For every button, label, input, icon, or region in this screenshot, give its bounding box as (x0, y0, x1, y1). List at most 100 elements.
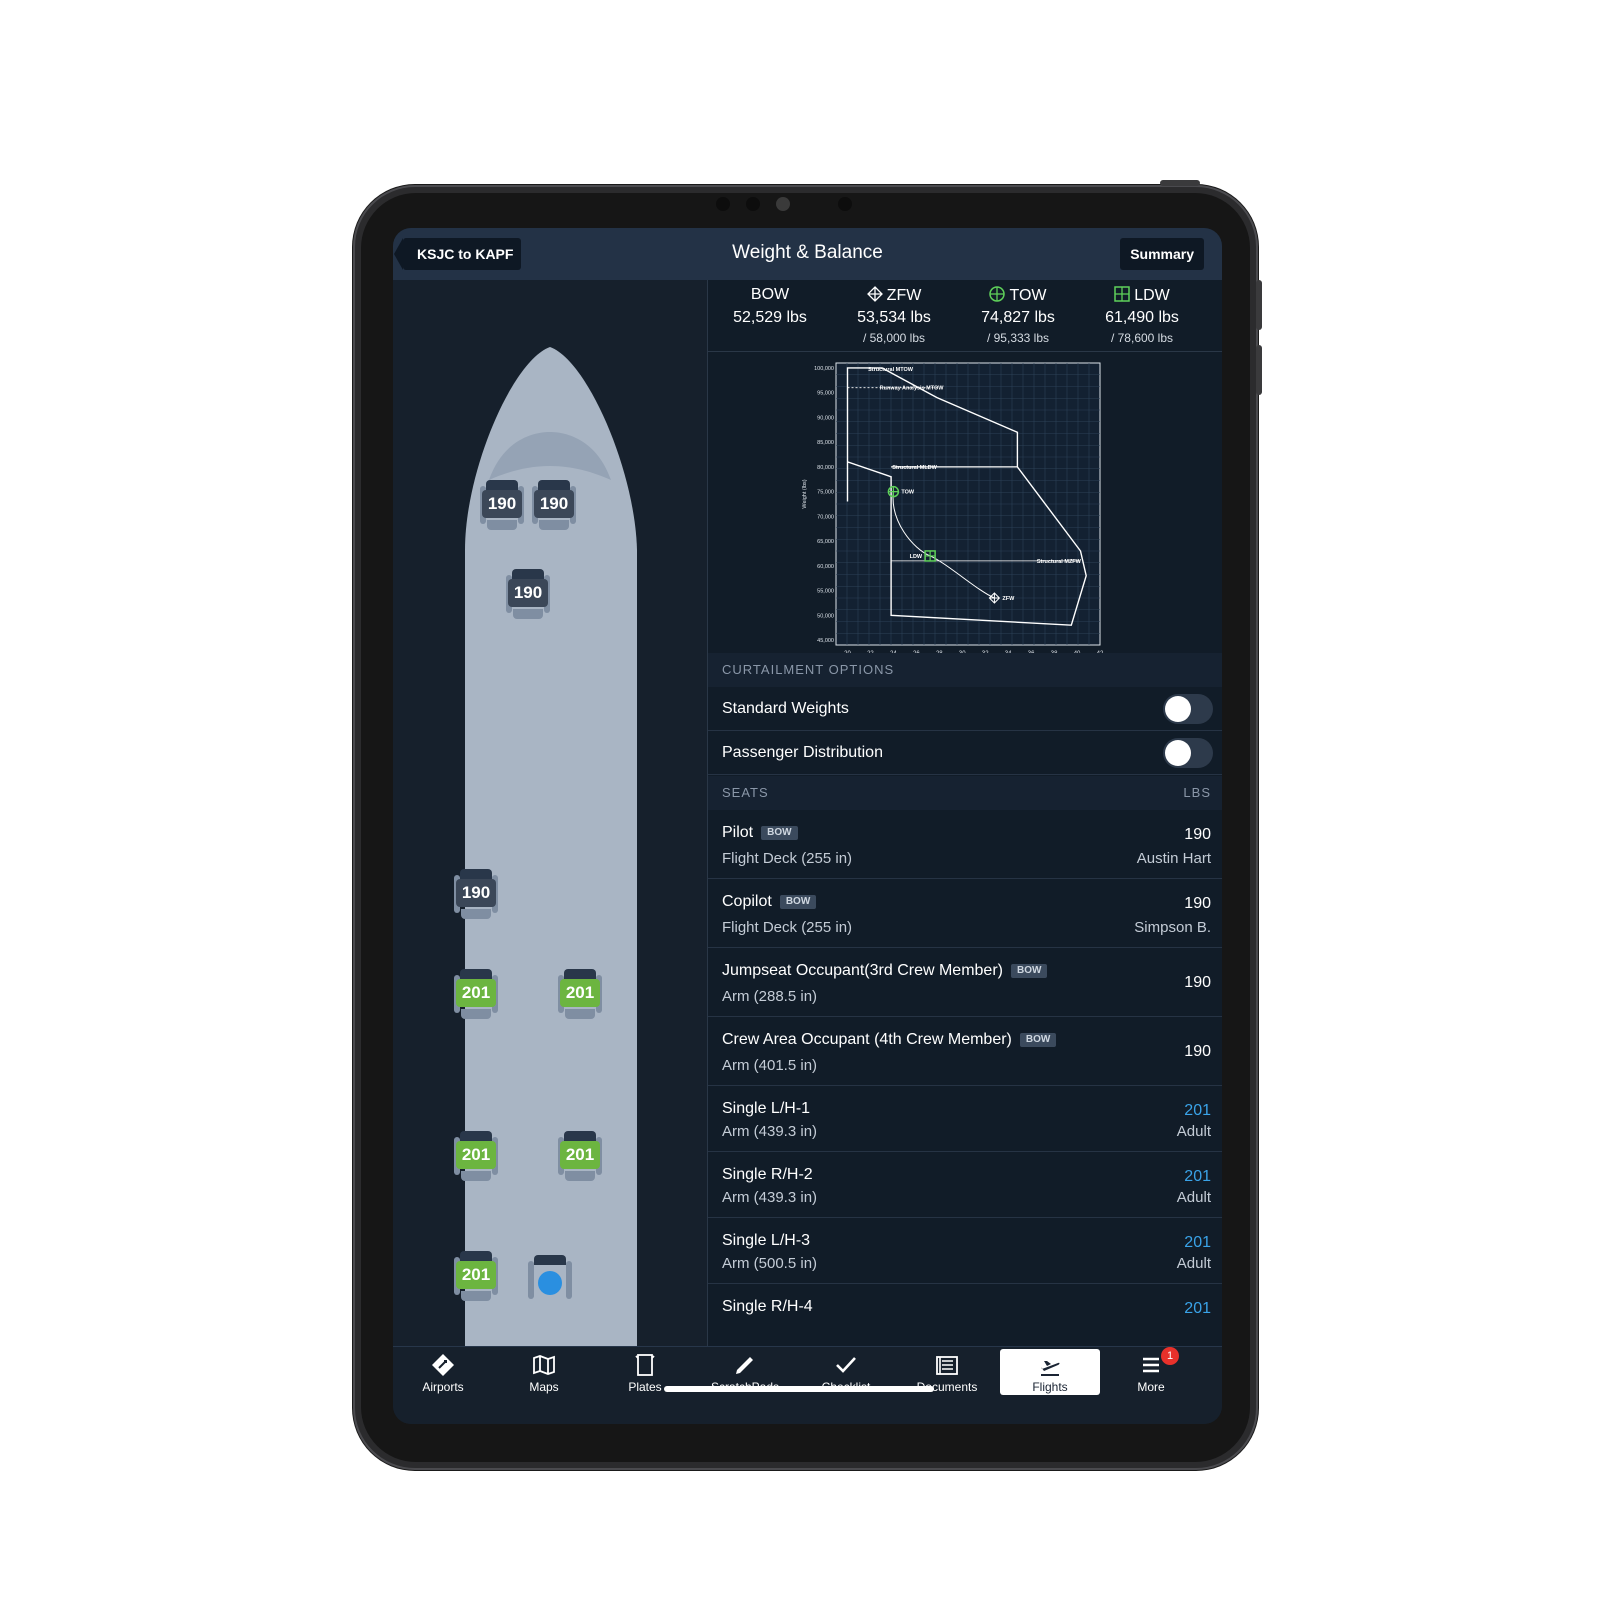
seat-arm: Arm (401.5 in) (722, 1057, 818, 1074)
y-tick-label: 90,000 (817, 415, 834, 421)
cabin-seat-weight: 201 (560, 979, 600, 1007)
ldw-icon (1114, 286, 1134, 304)
ldw-point-label: LDW (910, 554, 923, 560)
flights-icon (1038, 1355, 1062, 1379)
weight-label: BOW (750, 286, 790, 303)
seat-name: Single L/H-3 (722, 1232, 810, 1250)
info-dot-icon (538, 1271, 562, 1295)
y-tick-label: 80,000 (817, 465, 834, 471)
y-tick-label: 60,000 (817, 564, 834, 570)
cabin-seat[interactable]: 190 (532, 480, 576, 530)
seat-row[interactable]: Single L/H-1 Arm (439.3 in) 201 Adult (708, 1086, 1222, 1152)
cg-envelope-chart: 202224262830323436384042100,00095,00090,… (708, 353, 1222, 657)
seat-name-text: Single L/H-1 (722, 1100, 811, 1117)
seat-occupant: Adult (1176, 1255, 1211, 1272)
standard-weights-toggle[interactable] (1163, 694, 1213, 724)
bow-badge: BOW (761, 826, 798, 840)
seat-weight: 190 (1184, 974, 1211, 991)
sensor-dot (746, 197, 760, 211)
cabin-seat[interactable]: 190 (480, 480, 524, 530)
cg-envelope-svg: 202224262830323436384042100,00095,00090,… (802, 362, 1104, 657)
seat-row[interactable]: Single L/H-3 Arm (500.5 in) 201 Adult (708, 1218, 1222, 1284)
weight-value: 74,827 lbs (981, 309, 1055, 326)
nav-bar: KSJC to KAPF Weight & Balance Summary (393, 228, 1222, 280)
volume-up-button (1256, 280, 1262, 330)
tab-label: Flights (1032, 1380, 1068, 1394)
seat-row[interactable]: Jumpseat Occupant(3rd Crew Member) BOW Arm… (708, 948, 1222, 1017)
y-tick-label: 45,000 (817, 638, 834, 644)
documents-icon (935, 1353, 959, 1377)
seat-occupant: Austin Hart (1136, 850, 1211, 867)
weight-summary: BOW 52,529 lbs ZFW 53,534 lbs / 58,000 lbs TO… (708, 280, 1222, 352)
seat-weight: 201 (1184, 1168, 1211, 1185)
cabin-seat[interactable]: 201 (454, 1251, 498, 1301)
cabin-seat-weight: 190 (456, 879, 496, 907)
weight-zfw: ZFW 53,534 lbs / 58,000 lbs (834, 286, 954, 345)
cabin-seat-selected[interactable] (528, 1255, 572, 1305)
power-button (1160, 180, 1200, 186)
seat-name-text: Pilot (722, 824, 754, 841)
weight-max: / 58,000 lbs (862, 331, 926, 345)
curtailment-header: CURTAILMENT OPTIONS (708, 653, 1222, 687)
tab-more[interactable]: More 1 (1101, 1347, 1201, 1397)
seat-name-text: Single R/H-2 (722, 1166, 813, 1183)
plates-icon (633, 1353, 657, 1377)
seat-weight: 201 (1184, 1300, 1211, 1317)
seat-name: Crew Area Occupant (4th Crew Member) BOW (722, 1031, 1057, 1049)
seat-name: Single R/H-2 (722, 1166, 813, 1184)
weight-label: ZFW (886, 287, 922, 304)
cabin-seat[interactable]: 201 (454, 969, 498, 1019)
front-camera (776, 197, 790, 211)
seat-name-text: Single R/H-4 (722, 1298, 813, 1315)
tab-airports[interactable]: Airports (393, 1347, 493, 1397)
weight-label: LDW (1134, 287, 1170, 304)
cabin-seat[interactable]: 201 (558, 969, 602, 1019)
standard-weights-label: Standard Weights (722, 700, 849, 717)
weight-max: / 95,333 lbs (986, 331, 1050, 345)
seat-weight: 190 (1184, 895, 1211, 912)
bow-badge: BOW (1010, 964, 1048, 978)
cabin-seat[interactable]: 190 (506, 569, 550, 619)
weight-value: 53,534 lbs (857, 309, 931, 326)
tab-bar: AirportsMapsPlatesScratchPadsChecklistDo… (393, 1346, 1222, 1424)
cabin-seat-weight: 201 (560, 1141, 600, 1169)
seat-arm: Arm (439.3 in) (722, 1189, 818, 1206)
tab-maps[interactable]: Maps (494, 1347, 594, 1397)
seats-header-label: SEATS (722, 785, 769, 800)
more-icon (1139, 1353, 1163, 1377)
runway-mtow-label: Runway Analysis MTOW (880, 386, 945, 392)
seat-row[interactable]: Copilot BOW Flight Deck (255 in) 190 Simpson… (708, 879, 1222, 948)
seat-name: Jumpseat Occupant(3rd Crew Member) BOW (722, 962, 1048, 980)
bow-badge: BOW (779, 895, 817, 909)
seat-name-text: Crew Area Occupant (4th Crew Member) (722, 1031, 1012, 1048)
seat-arm: Arm (500.5 in) (722, 1255, 818, 1272)
cabin-seat[interactable]: 201 (454, 1131, 498, 1181)
structural-mldw-label: Structural MLDW (892, 465, 937, 471)
cabin-seat[interactable]: 201 (558, 1131, 602, 1181)
seat-occupant: Adult (1176, 1189, 1211, 1206)
fuselage-outline (465, 347, 637, 1346)
y-tick-label: 70,000 (817, 514, 834, 520)
seat-row[interactable]: Single R/H-2 Arm (439.3 in) 201 Adult (708, 1152, 1222, 1218)
seat-row[interactable]: Crew Area Occupant (4th Crew Member) BOW A… (708, 1017, 1222, 1086)
seat-name-text: Copilot (722, 893, 772, 910)
passenger-distribution-toggle[interactable] (1163, 738, 1213, 768)
summary-button[interactable]: Summary (1120, 238, 1204, 270)
seat-row[interactable]: Single R/H-4 201 (708, 1284, 1222, 1346)
seat-row[interactable]: Pilot BOW Flight Deck (255 in) 190 Austin Ha… (708, 810, 1222, 879)
tow-point-label: TOW (901, 490, 915, 496)
page-title: Weight & Balance (732, 242, 883, 263)
passenger-distribution-row: Passenger Distribution (708, 731, 1222, 775)
weight-value: 52,529 lbs (733, 309, 807, 326)
standard-weights-row: Standard Weights (708, 687, 1222, 731)
seat-weight: 190 (1184, 826, 1211, 843)
cabin-seat[interactable]: 190 (454, 869, 498, 919)
app-screen: KSJC to KAPF Weight & Balance Summary 19… (393, 228, 1222, 1424)
y-tick-label: 100,000 (814, 366, 834, 372)
seats-header: SEATS LBS (708, 776, 1222, 810)
seat-arm: Flight Deck (255 in) (722, 919, 853, 936)
cabin-seat-weight: 190 (482, 490, 522, 518)
tab-flights[interactable]: Flights (1000, 1349, 1100, 1395)
seat-weight: 190 (1184, 1043, 1211, 1060)
passenger-distribution-label: Passenger Distribution (722, 744, 883, 761)
